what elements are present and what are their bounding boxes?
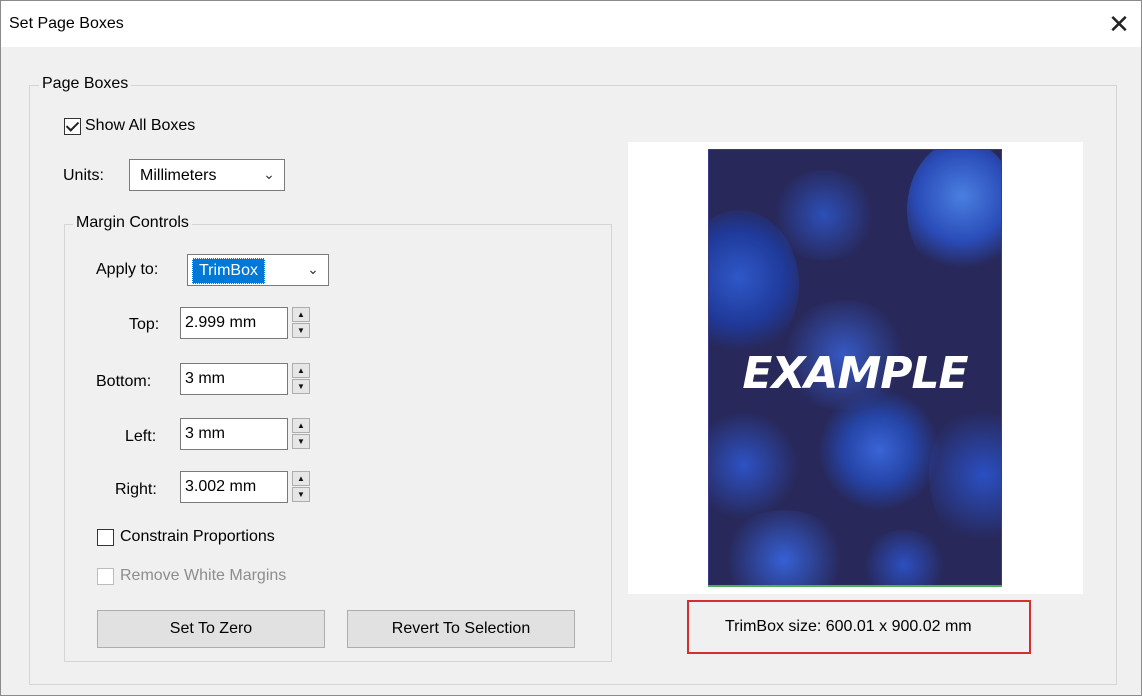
left-input[interactable]: 3 mm — [180, 418, 288, 450]
remove-white-margins-checkbox — [97, 568, 114, 585]
apply-to-value: TrimBox — [192, 258, 265, 284]
revert-to-selection-button[interactable]: Revert To Selection — [347, 610, 575, 648]
units-label: Units: — [63, 167, 104, 184]
trimbox-size-highlight: TrimBox size: 600.01 x 900.02 mm — [687, 600, 1031, 654]
remove-white-margins-label: Remove White Margins — [120, 567, 287, 584]
set-page-boxes-dialog: Set Page Boxes ✕ Page Boxes Show All Box… — [0, 0, 1142, 696]
spin-down-icon[interactable]: ▼ — [292, 379, 310, 394]
page-preview-image: EXAMPLE — [708, 149, 1002, 587]
right-value: 3.002 mm — [185, 478, 257, 495]
spin-down-icon[interactable]: ▼ — [292, 323, 310, 338]
trimbox-size-text: TrimBox size: 600.01 x 900.02 mm — [725, 618, 972, 635]
bottom-input[interactable]: 3 mm — [180, 363, 288, 395]
spin-up-icon[interactable]: ▲ — [292, 418, 310, 433]
jellyfish-shape — [769, 170, 879, 260]
poster-text: EXAMPLE — [742, 348, 968, 399]
top-value: 2.999 mm — [185, 314, 257, 331]
trimbox-edge-line — [708, 585, 1002, 587]
close-icon[interactable]: ✕ — [1097, 1, 1141, 47]
jellyfish-shape — [859, 530, 949, 586]
top-spinner: ▲ ▼ — [292, 307, 312, 339]
title-bar: Set Page Boxes ✕ — [1, 1, 1141, 47]
jellyfish-shape — [929, 400, 1001, 550]
spin-up-icon[interactable]: ▲ — [292, 363, 310, 378]
bottom-label: Bottom: — [96, 373, 152, 390]
chevron-down-icon: ⌄ — [307, 261, 319, 277]
units-select[interactable]: Millimeters ⌄ — [129, 159, 285, 191]
spin-up-icon[interactable]: ▲ — [292, 307, 310, 322]
jellyfish-shape — [907, 150, 1001, 280]
jellyfish-shape — [719, 510, 849, 586]
left-label: Left: — [125, 428, 157, 445]
left-spinner: ▲ ▼ — [292, 418, 312, 450]
window-title: Set Page Boxes — [9, 15, 124, 32]
right-spinner: ▲ ▼ — [292, 471, 312, 503]
bottom-spinner: ▲ ▼ — [292, 363, 312, 395]
set-to-zero-button[interactable]: Set To Zero — [97, 610, 325, 648]
top-label: Top: — [129, 316, 160, 333]
bottom-value: 3 mm — [185, 370, 225, 387]
spin-down-icon[interactable]: ▼ — [292, 434, 310, 449]
constrain-proportions-checkbox[interactable] — [97, 529, 114, 546]
top-input[interactable]: 2.999 mm — [180, 307, 288, 339]
units-value: Millimeters — [140, 167, 217, 184]
spin-down-icon[interactable]: ▼ — [292, 487, 310, 502]
right-input[interactable]: 3.002 mm — [180, 471, 288, 503]
left-value: 3 mm — [185, 425, 225, 442]
constrain-proportions-label[interactable]: Constrain Proportions — [120, 528, 275, 546]
apply-to-label: Apply to: — [96, 261, 159, 278]
page-boxes-legend: Page Boxes — [39, 75, 132, 93]
chevron-down-icon: ⌄ — [263, 166, 275, 182]
show-all-boxes-checkbox[interactable] — [64, 118, 81, 135]
jellyfish-shape — [709, 410, 799, 520]
jellyfish-shape — [819, 390, 939, 510]
spin-up-icon[interactable]: ▲ — [292, 471, 310, 486]
right-label: Right: — [115, 481, 157, 498]
show-all-boxes-label[interactable]: Show All Boxes — [85, 117, 195, 135]
apply-to-select[interactable]: TrimBox ⌄ — [187, 254, 329, 286]
margin-controls-legend: Margin Controls — [73, 214, 192, 232]
